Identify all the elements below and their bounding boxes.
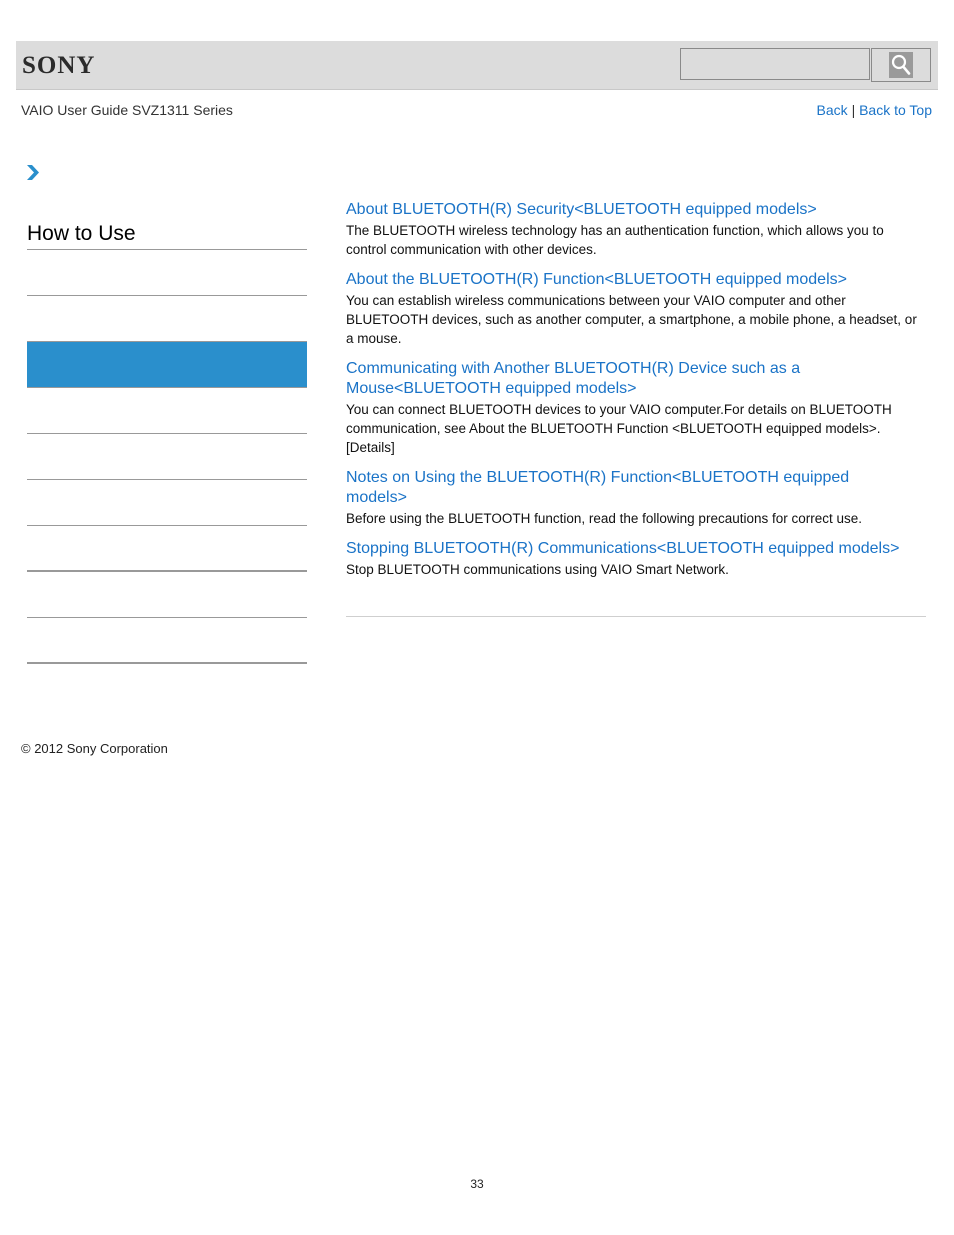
content-divider xyxy=(346,616,926,617)
sidebar: How to Use xyxy=(27,220,307,664)
guide-title: VAIO User Guide SVZ1311 Series xyxy=(21,102,233,118)
topic-entry: Communicating with Another BLUETOOTH(R) … xyxy=(346,359,926,457)
topic-link[interactable]: Stopping BLUETOOTH(R) Communications<BLU… xyxy=(346,539,926,559)
top-navigation: Back | Back to Top xyxy=(817,102,932,118)
nav-separator: | xyxy=(851,102,856,118)
sidebar-item[interactable] xyxy=(27,480,307,526)
sidebar-item[interactable] xyxy=(27,296,307,342)
topic-link[interactable]: About BLUETOOTH(R) Security<BLUETOOTH eq… xyxy=(346,200,926,220)
sidebar-item[interactable] xyxy=(27,572,307,618)
sidebar-item[interactable] xyxy=(27,618,307,664)
topic-entry: Stopping BLUETOOTH(R) Communications<BLU… xyxy=(346,539,926,579)
back-link[interactable]: Back xyxy=(817,102,848,118)
magnifier-icon xyxy=(889,52,913,78)
sidebar-item[interactable] xyxy=(27,526,307,572)
sidebar-item[interactable] xyxy=(27,434,307,480)
header-bar: SONY xyxy=(16,41,938,90)
search-input[interactable] xyxy=(680,48,870,80)
topic-description: The BLUETOOTH wireless technology has an… xyxy=(346,223,884,257)
sidebar-item[interactable] xyxy=(27,250,307,296)
topic-list: About BLUETOOTH(R) Security<BLUETOOTH eq… xyxy=(346,200,926,590)
sony-logo: SONY xyxy=(22,52,96,79)
topic-link[interactable]: Notes on Using the BLUETOOTH(R) Function… xyxy=(346,468,886,508)
topic-description: You can connect BLUETOOTH devices to you… xyxy=(346,402,892,455)
search-button[interactable] xyxy=(871,48,931,82)
topic-link[interactable]: Communicating with Another BLUETOOTH(R) … xyxy=(346,359,826,399)
back-to-top-link[interactable]: Back to Top xyxy=(859,102,932,118)
topic-entry: About the BLUETOOTH(R) Function<BLUETOOT… xyxy=(346,270,926,348)
topic-entry: Notes on Using the BLUETOOTH(R) Function… xyxy=(346,468,926,528)
topic-entry: About BLUETOOTH(R) Security<BLUETOOTH eq… xyxy=(346,200,926,259)
page-number: 33 xyxy=(470,1177,484,1191)
sidebar-item[interactable] xyxy=(27,388,307,434)
topic-link[interactable]: About the BLUETOOTH(R) Function<BLUETOOT… xyxy=(346,270,926,290)
topic-description: Before using the BLUETOOTH function, rea… xyxy=(346,511,863,526)
copyright: © 2012 Sony Corporation xyxy=(21,741,168,756)
topic-description: You can establish wireless communication… xyxy=(346,293,917,346)
sidebar-item-active[interactable] xyxy=(27,342,307,388)
topic-description: Stop BLUETOOTH communications using VAIO… xyxy=(346,562,729,577)
chevron-right-icon[interactable] xyxy=(26,164,40,186)
sidebar-title: How to Use xyxy=(27,220,307,250)
